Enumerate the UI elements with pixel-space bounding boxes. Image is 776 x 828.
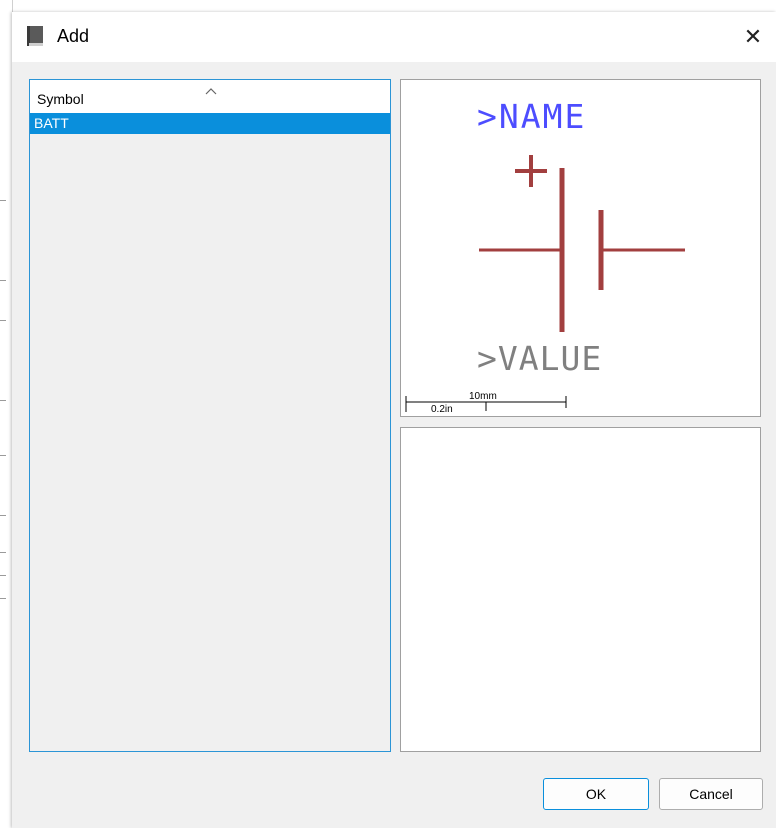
scale-bar: 10mm 0.2in	[405, 391, 567, 415]
background-app-strip	[0, 0, 776, 12]
symbol-preview: >NAME >VALUE 10mm 0.2in	[400, 79, 761, 417]
name-placeholder-text: >NAME	[477, 97, 586, 136]
scale-label-mm: 10mm	[469, 391, 497, 402]
close-icon: ✕	[743, 24, 763, 49]
list-item[interactable]: BATT	[30, 113, 390, 134]
symbol-list[interactable]: Symbol BATT	[29, 79, 391, 752]
battery-symbol-icon	[479, 168, 685, 332]
plus-terminal-icon	[515, 155, 547, 187]
sort-ascending-icon	[205, 82, 217, 95]
symbol-column-header[interactable]: Symbol	[30, 80, 390, 113]
dialog-title: Add	[57, 26, 90, 46]
cancel-button[interactable]: Cancel	[659, 778, 763, 810]
ok-button[interactable]: OK	[543, 778, 649, 810]
value-placeholder-text: >VALUE	[477, 339, 602, 378]
scale-label-in: 0.2in	[431, 404, 453, 415]
close-button[interactable]: ✕	[730, 12, 776, 62]
dialog-titlebar: Add ✕	[12, 12, 776, 62]
book-icon	[27, 26, 43, 46]
add-dialog: Add ✕ Symbol BATT >NAME >VALUE 10mm 0.2i…	[12, 12, 776, 828]
symbol-description-pane	[400, 427, 761, 752]
symbol-header-label: Symbol	[37, 91, 84, 107]
